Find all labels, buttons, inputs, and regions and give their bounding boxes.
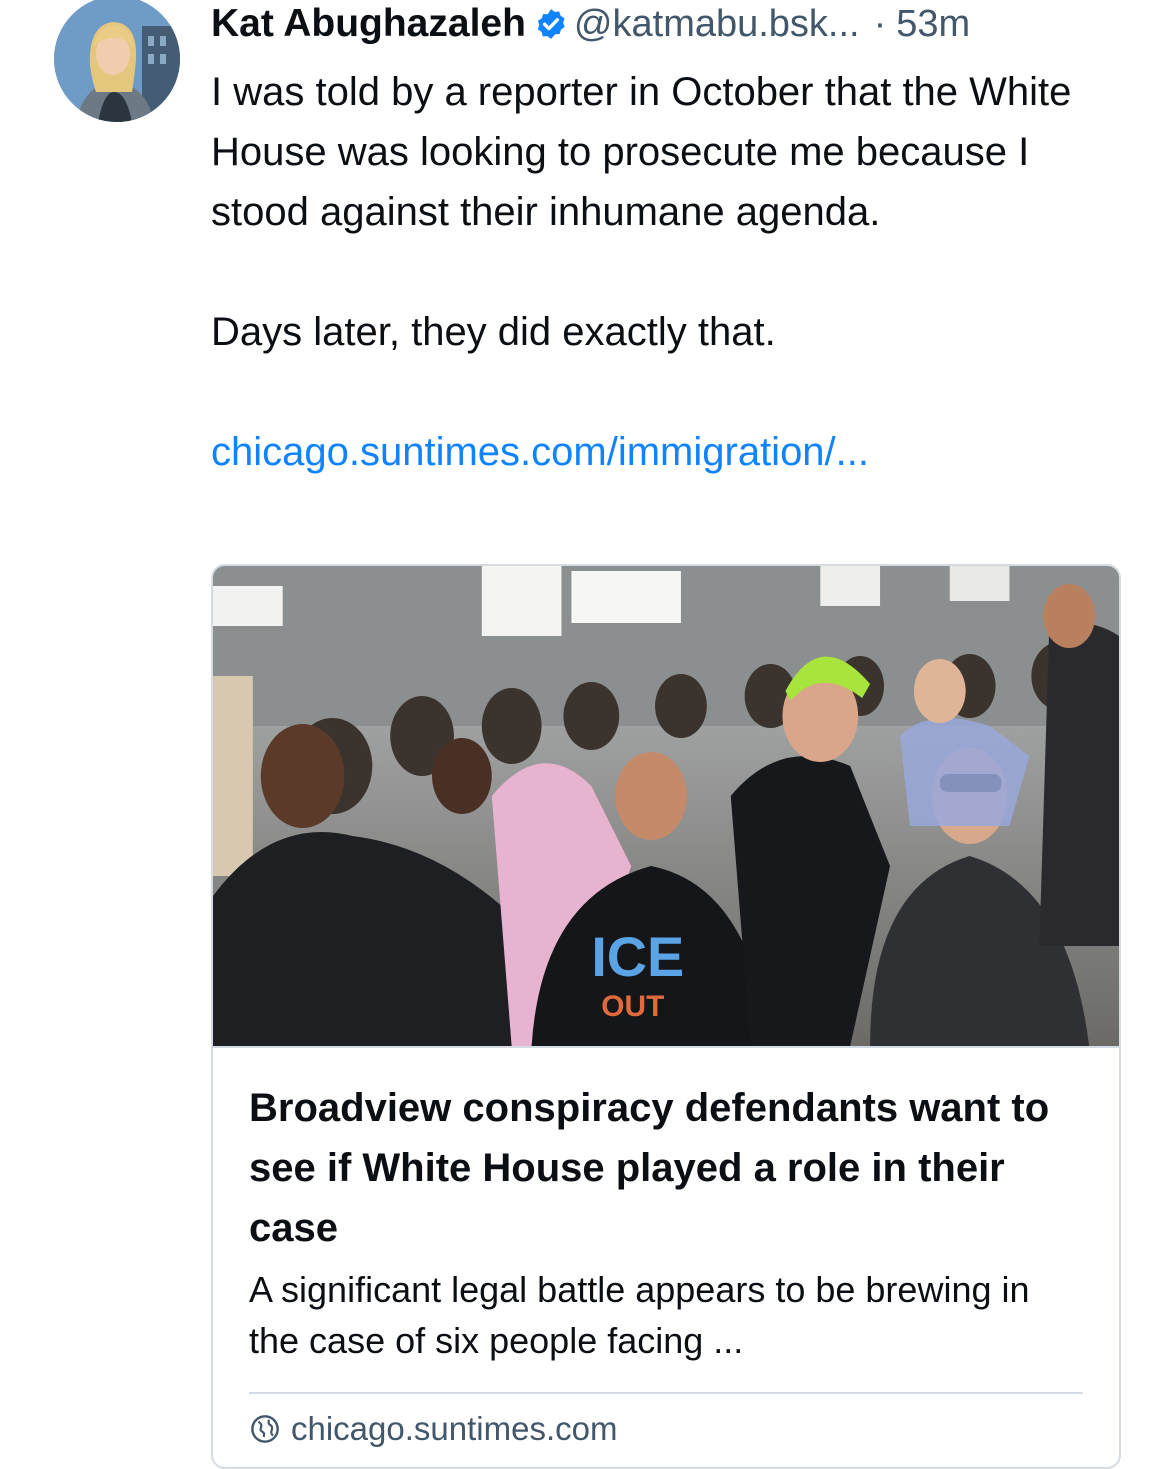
embed-domain: chicago.suntimes.com — [291, 1410, 618, 1447]
avatar[interactable] — [54, 0, 180, 122]
globe-icon — [251, 1415, 279, 1443]
separator-dot: · — [873, 3, 887, 45]
post-link[interactable]: chicago.suntimes.com/immigration/... — [211, 422, 869, 482]
post-timestamp[interactable]: 53m — [896, 0, 970, 48]
post-paragraph: I was told by a reporter in October that… — [211, 70, 1072, 234]
post-text: I was told by a reporter in October that… — [211, 62, 1121, 482]
post-header: Kat Abughazaleh @katmabu.bsk... · 53m — [211, 0, 1131, 48]
author-handle[interactable]: @katmabu.bsk... — [574, 0, 860, 48]
embed-divider — [249, 1392, 1083, 1394]
svg-text:OUT: OUT — [601, 990, 664, 1023]
post-paragraph: Days later, they did exactly that. — [211, 310, 776, 354]
embed-description: A significant legal battle appears to be… — [249, 1269, 1030, 1361]
link-preview-card[interactable]: ICE OUT Broadview conspiracy defendants … — [211, 564, 1121, 1469]
embed-image[interactable]: ICE OUT — [213, 566, 1119, 1048]
post: Kat Abughazaleh @katmabu.bsk... · 53m I … — [211, 0, 1131, 482]
verified-check-icon — [537, 9, 565, 39]
embed-domain-row: chicago.suntimes.com — [249, 1410, 1083, 1448]
author-name[interactable]: Kat Abughazaleh — [211, 0, 526, 48]
embed-title[interactable]: Broadview conspiracy defendants want to … — [249, 1078, 1083, 1258]
svg-text:ICE: ICE — [591, 925, 684, 988]
